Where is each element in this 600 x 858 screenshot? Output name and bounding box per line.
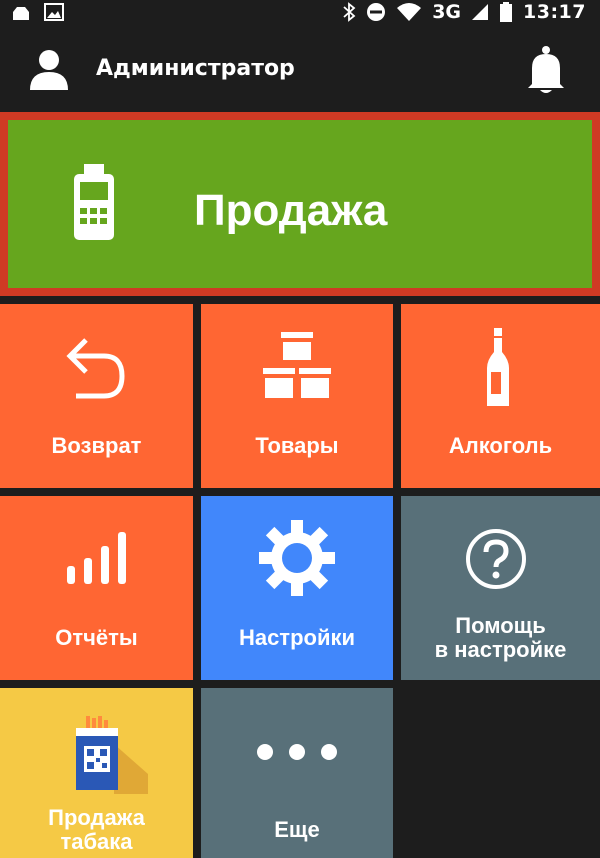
setup-help-label-line2: в настройке bbox=[434, 637, 567, 662]
user-avatar-icon[interactable] bbox=[28, 48, 70, 90]
undo-arrow-icon bbox=[66, 338, 125, 399]
bell-icon[interactable] bbox=[524, 46, 568, 94]
network-type: 3G bbox=[432, 1, 462, 23]
user-name: Администратор bbox=[96, 56, 295, 81]
sale-label: Продажа bbox=[194, 186, 388, 235]
wifi-icon bbox=[397, 3, 422, 21]
settings-label: Настройки bbox=[238, 625, 356, 650]
image-notification-icon bbox=[44, 3, 64, 21]
more-tile[interactable]: Еще bbox=[201, 688, 393, 858]
payment-terminal-icon bbox=[74, 164, 114, 240]
gear-icon bbox=[259, 520, 335, 596]
more-dots-icon bbox=[257, 744, 337, 760]
returns-label: Возврат bbox=[51, 433, 142, 458]
battery-icon bbox=[500, 2, 513, 22]
bottle-icon bbox=[487, 328, 509, 406]
sale-tile[interactable]: Продажа bbox=[0, 112, 600, 296]
tobacco-sale-label-line1: Продажа bbox=[48, 805, 145, 830]
clock: 13:17 bbox=[523, 1, 586, 23]
question-circle-icon bbox=[466, 529, 526, 589]
sale-tile-body: Продажа bbox=[8, 120, 592, 288]
alcohol-label: Алкоголь bbox=[448, 433, 553, 458]
cigarette-pack-icon bbox=[76, 716, 148, 794]
notification-app-icon bbox=[13, 7, 29, 20]
settings-tile[interactable]: Настройки bbox=[201, 496, 393, 680]
do-not-disturb-icon bbox=[367, 3, 386, 21]
more-label: Еще bbox=[274, 817, 320, 842]
app-bar: Администратор bbox=[0, 24, 600, 112]
reports-label: Отчёты bbox=[55, 625, 138, 650]
setup-help-label-line1: Помощь bbox=[455, 613, 546, 638]
reports-tile[interactable]: Отчёты bbox=[0, 496, 193, 680]
signal-icon bbox=[472, 4, 489, 20]
returns-tile[interactable]: Возврат bbox=[0, 304, 193, 488]
goods-tile[interactable]: Товары bbox=[201, 304, 393, 488]
alcohol-tile[interactable]: Алкоголь bbox=[401, 304, 600, 488]
goods-label: Товары bbox=[255, 433, 339, 458]
boxes-icon bbox=[263, 332, 331, 398]
setup-help-tile[interactable]: Помощь в настройке bbox=[401, 496, 600, 680]
bar-signal-icon bbox=[67, 532, 126, 584]
tobacco-sale-label-line2: табака bbox=[60, 829, 133, 854]
tobacco-sale-tile[interactable]: Продажа табака bbox=[0, 688, 193, 858]
status-bar: 3G 13:17 bbox=[0, 0, 600, 24]
bluetooth-icon bbox=[343, 2, 356, 22]
